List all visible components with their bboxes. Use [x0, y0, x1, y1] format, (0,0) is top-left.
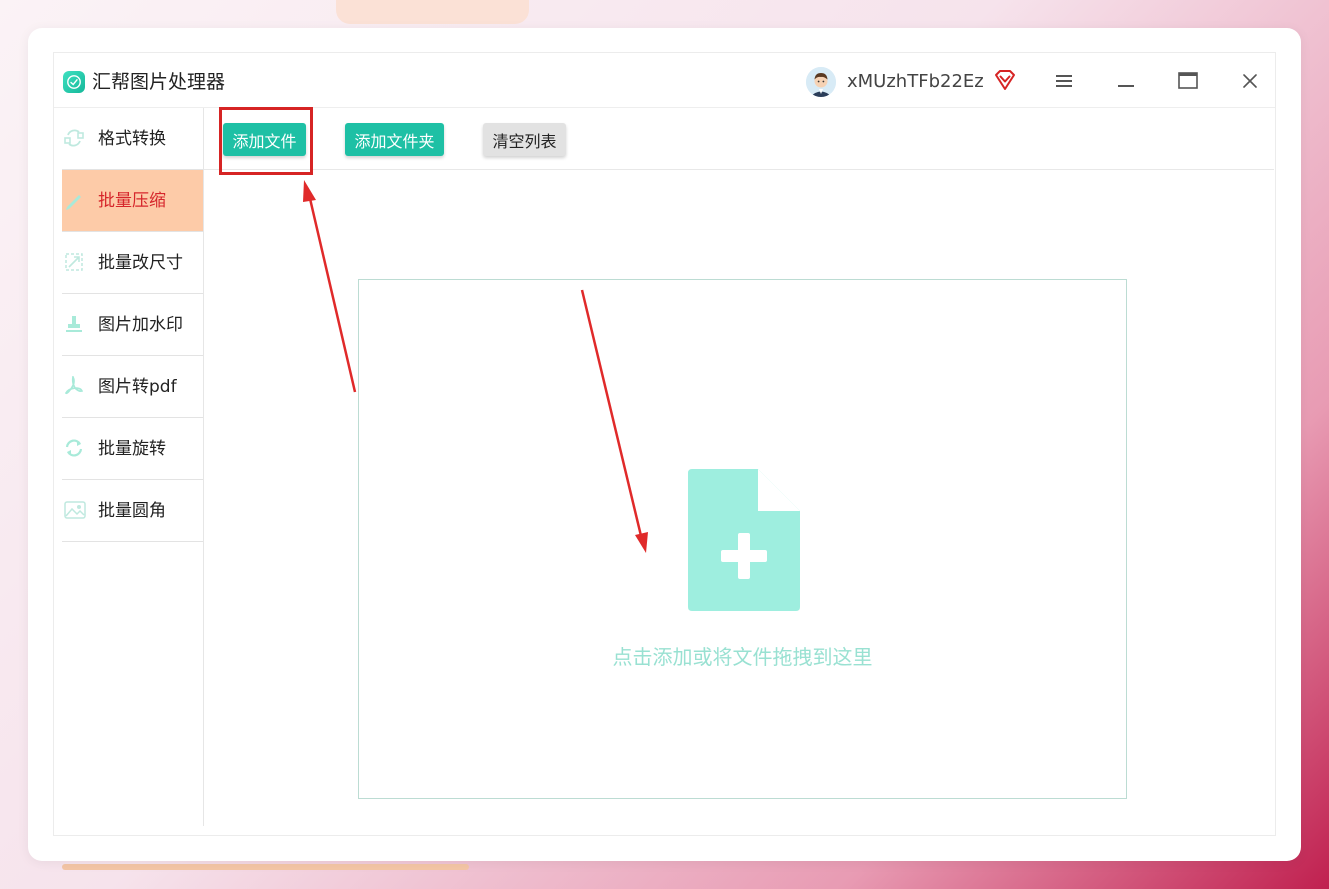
sidebar-item-label: 批量旋转: [98, 439, 166, 459]
sidebar-item-batch-resize[interactable]: 批量改尺寸: [62, 232, 203, 294]
minimize-icon: [1118, 73, 1134, 92]
app-logo-icon: [63, 71, 85, 93]
rotate-icon: [64, 438, 84, 458]
drop-hint-text: 点击添加或将文件拖拽到这里: [612, 645, 873, 669]
user-avatar[interactable]: [806, 67, 836, 97]
user-name[interactable]: xMUzhTFb22Ez: [847, 70, 984, 94]
sidebar: 格式转换 批量压缩 批量改尺寸 图片加水印 图片转pdf 批量旋转 批量圆角: [62, 108, 204, 826]
maximize-button[interactable]: [1173, 67, 1203, 97]
clear-list-button[interactable]: 清空列表: [483, 123, 566, 156]
add-file-button[interactable]: 添加文件: [223, 123, 306, 156]
sidebar-item-label: 图片加水印: [98, 315, 183, 335]
pdf-icon: [64, 374, 84, 396]
sidebar-item-label: 批量压缩: [98, 191, 166, 211]
compress-icon: [64, 190, 84, 210]
sidebar-item-label: 图片转pdf: [98, 377, 177, 397]
background-decoration-bottom: [62, 864, 469, 870]
maximize-icon: [1178, 71, 1198, 93]
watermark-icon: [64, 314, 84, 334]
round-corner-icon: [64, 500, 86, 520]
app-title: 汇帮图片处理器: [92, 71, 226, 93]
resize-icon: [64, 252, 84, 272]
vip-diamond-icon[interactable]: [994, 69, 1016, 91]
sidebar-item-label: 批量改尺寸: [98, 253, 183, 273]
toolbar: 添加文件 添加文件夹 清空列表: [204, 108, 1274, 170]
sidebar-item-image-to-pdf[interactable]: 图片转pdf: [62, 356, 203, 418]
format-convert-icon: [64, 128, 84, 148]
sidebar-item-watermark[interactable]: 图片加水印: [62, 294, 203, 356]
sidebar-item-format-convert[interactable]: 格式转换: [62, 108, 203, 170]
hamburger-menu-icon: [1056, 73, 1072, 92]
close-button[interactable]: [1235, 67, 1265, 97]
file-drop-zone[interactable]: 点击添加或将文件拖拽到这里: [358, 279, 1127, 799]
sidebar-item-batch-compress[interactable]: 批量压缩: [62, 170, 203, 232]
add-file-icon: [688, 469, 800, 611]
background-decoration-top: [336, 0, 529, 24]
title-bar: 汇帮图片处理器 xMUzhTFb22Ez: [54, 53, 1275, 108]
sidebar-item-batch-rotate[interactable]: 批量旋转: [62, 418, 203, 480]
sidebar-item-label: 格式转换: [98, 129, 166, 149]
minimize-button[interactable]: [1111, 67, 1141, 97]
sidebar-item-round-corner[interactable]: 批量圆角: [62, 480, 203, 542]
menu-button[interactable]: [1049, 67, 1079, 97]
close-icon: [1243, 73, 1257, 92]
add-folder-button[interactable]: 添加文件夹: [345, 123, 444, 156]
sidebar-item-label: 批量圆角: [98, 501, 166, 521]
